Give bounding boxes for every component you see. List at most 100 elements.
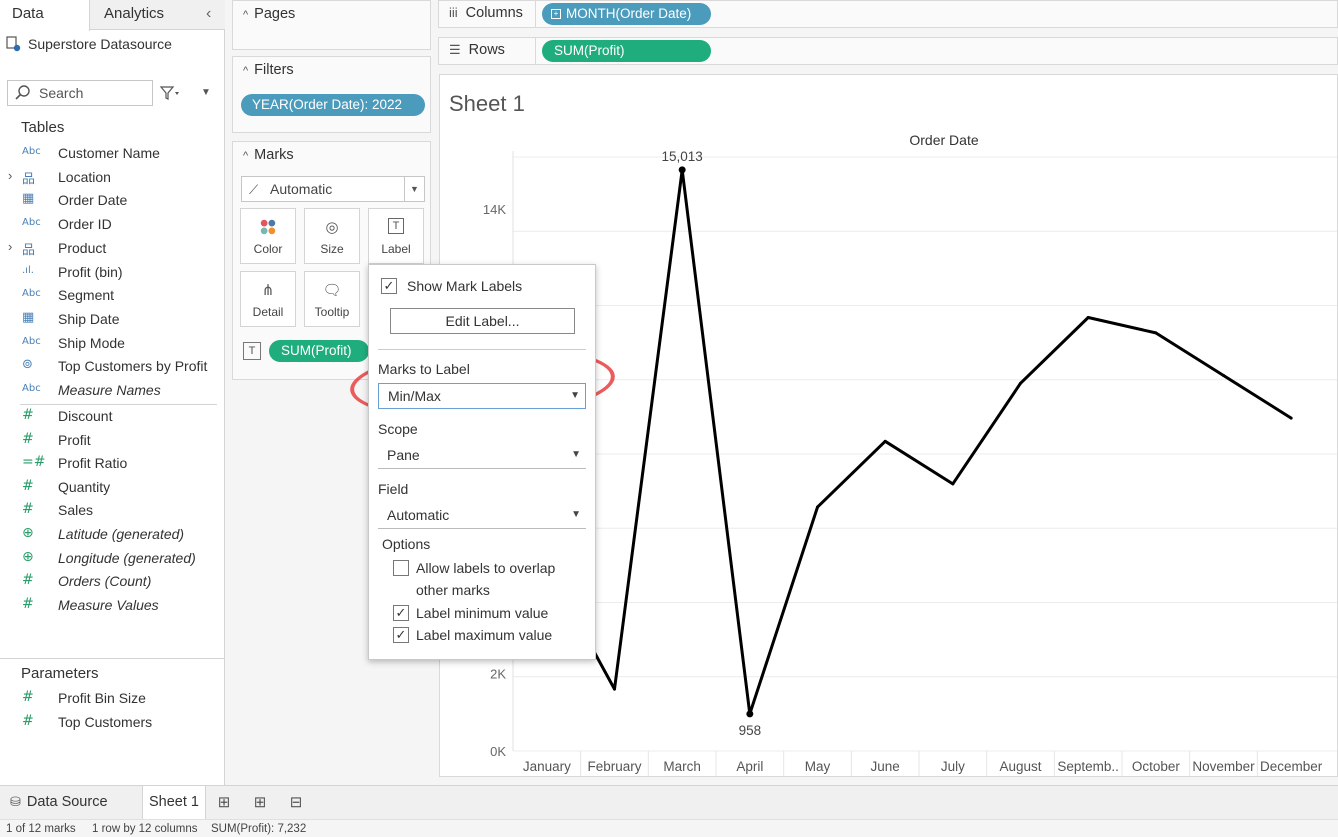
field-item[interactable]: # Quantity [0, 478, 224, 500]
size-icon: ◎ [325, 219, 339, 236]
dropdown-arrow-icon: ▼ [571, 509, 581, 520]
rows-text: Rows [468, 42, 505, 58]
set-icon: ⊚ [22, 357, 33, 373]
filters-label: Filters [254, 62, 294, 78]
field-item[interactable]: # Discount [0, 407, 224, 429]
field-name: Profit [58, 431, 91, 448]
allow-overlap-checkbox[interactable] [393, 560, 409, 576]
collapse-pane-icon[interactable]: ‹ [206, 0, 211, 30]
field-item[interactable]: .ıl. Profit (bin) [0, 263, 224, 285]
data-point[interactable] [883, 439, 887, 443]
data-point[interactable] [816, 505, 819, 509]
field-item[interactable]: ⊕ Latitude (generated) [0, 525, 224, 547]
dropdown-arrow-icon: ▼ [570, 390, 580, 401]
data-pane: Data Analytics ‹ Superstore Datasource S… [0, 0, 225, 785]
data-point[interactable] [613, 687, 616, 691]
label-min-checkbox[interactable]: ✓ [393, 605, 409, 621]
data-point[interactable] [1086, 315, 1090, 319]
field-item[interactable]: Abc Customer Name [0, 144, 224, 166]
field-item[interactable]: # Sales [0, 501, 224, 523]
x-tick-label: April [736, 759, 763, 774]
data-point[interactable] [951, 482, 955, 486]
field-item[interactable]: ▦ Order Date [0, 191, 224, 213]
data-point[interactable] [1222, 374, 1225, 378]
label-max-checkbox[interactable]: ✓ [393, 627, 409, 643]
hierarchy-icon: 品 [22, 171, 36, 187]
data-point[interactable] [746, 710, 754, 718]
label-pill-sum-profit[interactable]: SUM(Profit) [269, 340, 369, 362]
tab-data[interactable]: Data [0, 0, 90, 31]
marks-to-label-dropdown[interactable]: Min/Max ▼ [378, 383, 586, 409]
size-button[interactable]: ◎ Size [304, 208, 360, 264]
status-rows: 1 row by 12 columns [92, 823, 198, 835]
number-type-icon: # [22, 407, 34, 423]
number-type-icon: # [22, 713, 34, 729]
detail-button[interactable]: ⋔ Detail [240, 271, 296, 327]
color-button[interactable]: Color [240, 208, 296, 264]
collapse-chevron-icon[interactable]: ^ [243, 150, 248, 162]
filter-icon[interactable] [159, 84, 181, 102]
field-item[interactable]: Abc Ship Mode [0, 334, 224, 356]
rows-icon: ☰ [449, 42, 461, 57]
new-worksheet-icon[interactable]: ⊞ [213, 793, 235, 813]
mark-type-dropdown[interactable]: ⟋ Automatic ▼ [241, 176, 425, 202]
show-mark-labels-checkbox[interactable]: ✓ [381, 278, 397, 294]
field-item[interactable]: Abc Measure Names [0, 381, 224, 403]
field-item[interactable]: # Measure Values [0, 596, 224, 618]
field-item[interactable]: # Profit [0, 431, 224, 453]
pages-card[interactable]: ^ Pages [232, 0, 431, 50]
search-input[interactable]: Search [7, 80, 153, 106]
data-point[interactable] [1154, 331, 1158, 335]
expand-chevron-icon[interactable]: › [8, 168, 12, 183]
columns-shelf[interactable]: iii Columns + MONTH(Order Date) [438, 0, 1338, 28]
x-tick-label: Septemb.. [1057, 759, 1119, 774]
profit-line[interactable] [545, 168, 1292, 716]
collapse-chevron-icon[interactable]: ^ [243, 9, 248, 21]
field-item[interactable]: ▦ Ship Date [0, 310, 224, 332]
new-dashboard-icon[interactable]: ⊞ [249, 793, 271, 813]
new-story-icon[interactable]: ⊟ [285, 793, 307, 813]
tab-analytics[interactable]: Analytics [104, 0, 164, 30]
label-button[interactable]: T Label [368, 208, 424, 264]
field-item[interactable]: ⊚ Top Customers by Profit [0, 357, 224, 379]
field-item[interactable]: › 品 Product [0, 239, 224, 261]
filters-card[interactable]: ^ Filters YEAR(Order Date): 2022 [232, 56, 431, 133]
data-point[interactable] [1019, 381, 1022, 385]
data-point[interactable] [678, 166, 686, 174]
pane-menu-caret-icon[interactable]: ▼ [201, 87, 211, 98]
tab-sheet-1[interactable]: Sheet 1 [142, 786, 206, 819]
field-item[interactable]: Abc Segment [0, 286, 224, 308]
field-item[interactable]: ⊕ Longitude (generated) [0, 549, 224, 571]
field-item[interactable]: =# Profit Ratio [0, 454, 224, 476]
number-type-icon: # [22, 477, 34, 494]
field-name: Discount [58, 408, 113, 424]
x-tick-label: August [999, 759, 1041, 774]
rows-shelf[interactable]: ☰ Rows SUM(Profit) [438, 37, 1338, 65]
rows-pill-sum-profit[interactable]: SUM(Profit) [542, 40, 711, 62]
scope-dropdown[interactable]: Pane ▼ [378, 443, 586, 469]
collapse-chevron-icon[interactable]: ^ [243, 65, 248, 77]
field-item[interactable]: # Profit Bin Size [0, 689, 224, 711]
label-options-popup: ✓ Show Mark Labels Edit Label... Marks t… [368, 264, 596, 660]
field-item[interactable]: # Orders (Count) [0, 572, 224, 594]
dimensions-divider [20, 404, 217, 405]
columns-pill-month[interactable]: + MONTH(Order Date) [542, 3, 711, 25]
label-max-text: Label maximum value [416, 627, 553, 643]
expand-chevron-icon[interactable]: › [8, 239, 12, 254]
field-item[interactable]: › 品 Location [0, 168, 224, 190]
datasource-item[interactable]: Superstore Datasource [6, 36, 172, 52]
tab-data-source[interactable]: ⛁ Data Source [10, 786, 138, 820]
data-point[interactable] [1289, 416, 1293, 420]
filter-pill-year[interactable]: YEAR(Order Date): 2022 [241, 94, 425, 116]
string-type-icon: Abc [22, 335, 41, 347]
edit-label-button[interactable]: Edit Label... [390, 308, 575, 334]
tooltip-button[interactable]: 🗨 Tooltip [304, 271, 360, 327]
expand-plus-icon[interactable]: + [551, 9, 561, 19]
field-name: Top Customers [58, 714, 153, 730]
field-dropdown[interactable]: Automatic ▼ [378, 503, 586, 529]
database-icon: ⛁ [10, 794, 21, 809]
field-item[interactable]: Abc Order ID [0, 215, 224, 237]
field-item[interactable]: # Top Customers [0, 713, 224, 735]
show-mark-labels-text: Show Mark Labels [407, 278, 523, 294]
pages-title: ^ Pages [243, 6, 295, 22]
